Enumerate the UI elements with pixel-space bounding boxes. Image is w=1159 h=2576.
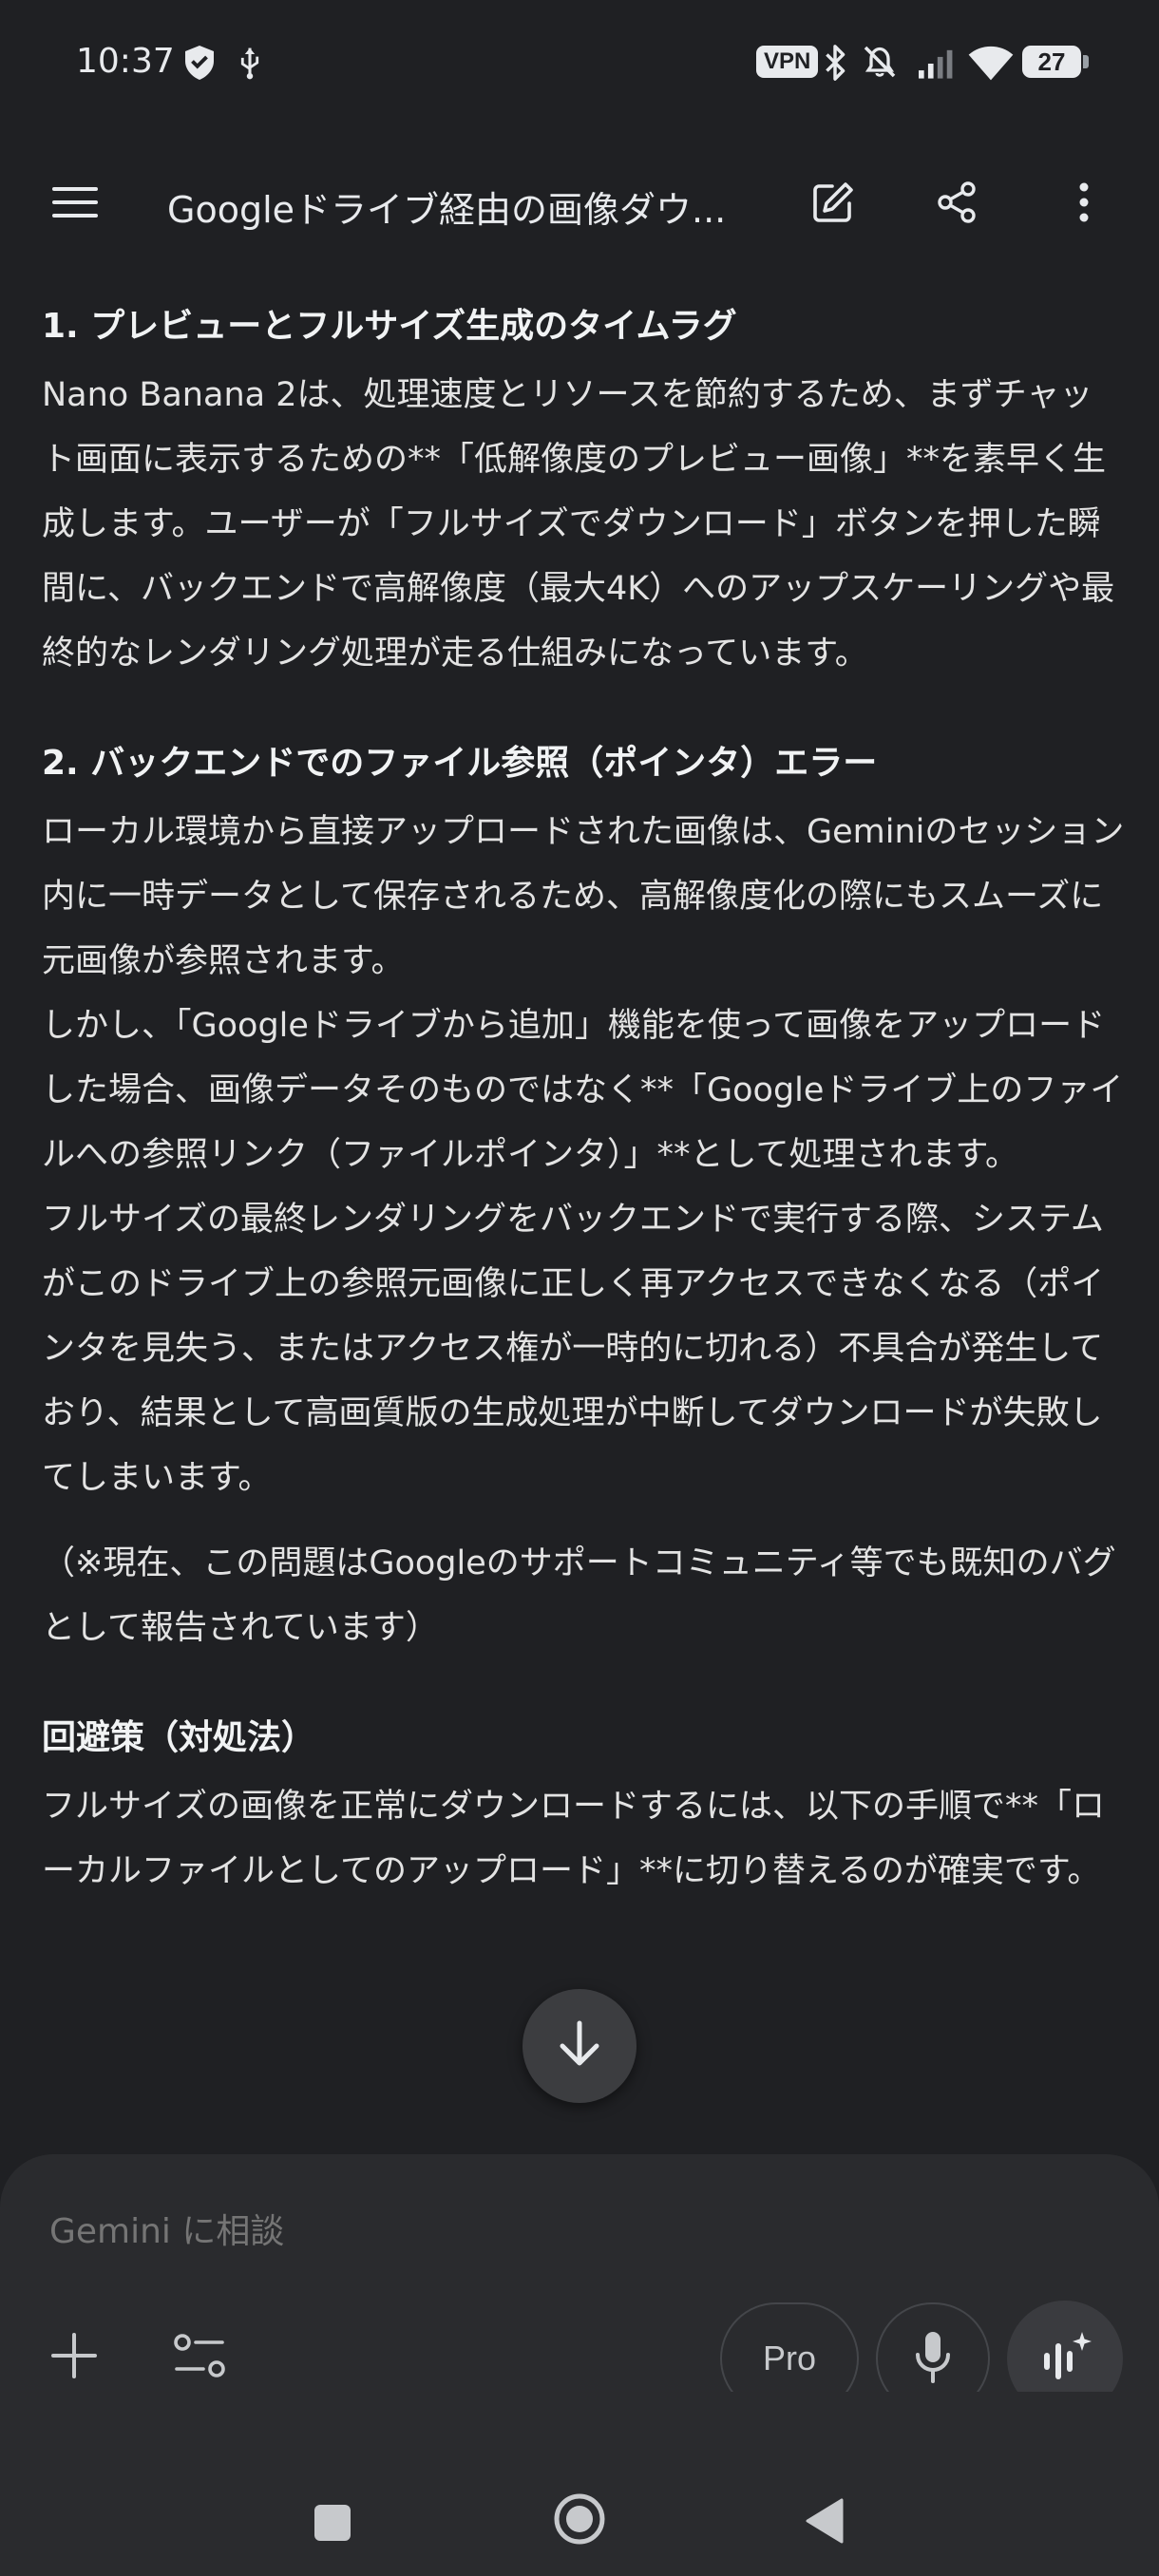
edit-button[interactable]: [790, 161, 876, 247]
chat-response: 1. プレビューとフルサイズ生成のタイムラグ Nano Banana 2は、処理…: [42, 302, 1125, 1904]
more-options-button[interactable]: [1041, 161, 1127, 247]
home-button[interactable]: [551, 2492, 608, 2549]
home-circle-icon: [553, 2492, 606, 2549]
system-nav-bar: [0, 2392, 1159, 2576]
composer: Pro: [0, 2154, 1159, 2416]
edit-icon: [809, 179, 857, 230]
arrow-down-icon: [557, 2019, 602, 2073]
section-heading: 1. プレビューとフルサイズ生成のタイムラグ: [42, 307, 737, 346]
live-icon: [1038, 2330, 1092, 2387]
tools-button[interactable]: [160, 2318, 239, 2397]
app-bar: Googleドライブ経由の画像ダウ...: [0, 161, 1159, 247]
vpn-badge: VPN: [756, 46, 819, 78]
wifi-icon: [967, 44, 1015, 85]
share-button[interactable]: [914, 161, 999, 247]
section-paragraph: フルサイズの最終レンダリングをバックエンドで実行する際、システムがこのドライブ上…: [42, 1201, 1105, 1497]
add-button[interactable]: [34, 2318, 114, 2397]
note-paragraph: （※現在、この問題はGoogleのサポートコミュニティ等でも既知のバグとして報告…: [42, 1544, 1116, 1647]
page-title: Googleドライブ経由の画像ダウ...: [167, 189, 727, 231]
back-triangle-icon: [804, 2498, 846, 2548]
recents-button[interactable]: [304, 2496, 361, 2553]
menu-button[interactable]: [32, 161, 118, 247]
share-icon: [934, 180, 979, 229]
section-paragraph: ローカル環境から直接アップロードされた画像は、Geminiのセッション内に一時デ…: [42, 813, 1125, 980]
section-heading: 2. バックエンドでのファイル参照（ポインタ）エラー: [42, 744, 878, 783]
back-button[interactable]: [796, 2494, 853, 2551]
section-paragraph: フルサイズの画像を正常にダウンロードするには、以下の手順で**「ローカルファイル…: [42, 1788, 1105, 1890]
plus-icon: [50, 2332, 98, 2383]
section-heading: 回避策（対処法）: [42, 1718, 316, 1757]
prompt-input[interactable]: [48, 2211, 906, 2252]
status-bar: 10:37 VPN 27: [0, 0, 1159, 123]
tools-icon: [173, 2333, 226, 2382]
shield-icon: [182, 44, 217, 85]
mute-icon: [859, 42, 901, 85]
mic-icon: [914, 2330, 952, 2387]
usb-icon: [238, 46, 262, 84]
scroll-to-bottom-button[interactable]: [522, 1989, 636, 2103]
status-time: 10:37: [76, 42, 175, 81]
bluetooth-icon: [823, 44, 847, 85]
signal-icon: [916, 47, 954, 84]
square-icon: [314, 2504, 352, 2546]
section-paragraph: しかし、「Googleドライブから追加」機能を使って画像をアップロードした場合、…: [42, 1007, 1124, 1174]
menu-icon: [50, 183, 100, 225]
section-paragraph: Nano Banana 2は、処理速度とリソースを節約するため、まずチャット画面…: [42, 376, 1115, 672]
battery-indicator: 27: [1022, 46, 1089, 78]
more-vert-icon: [1078, 181, 1090, 227]
